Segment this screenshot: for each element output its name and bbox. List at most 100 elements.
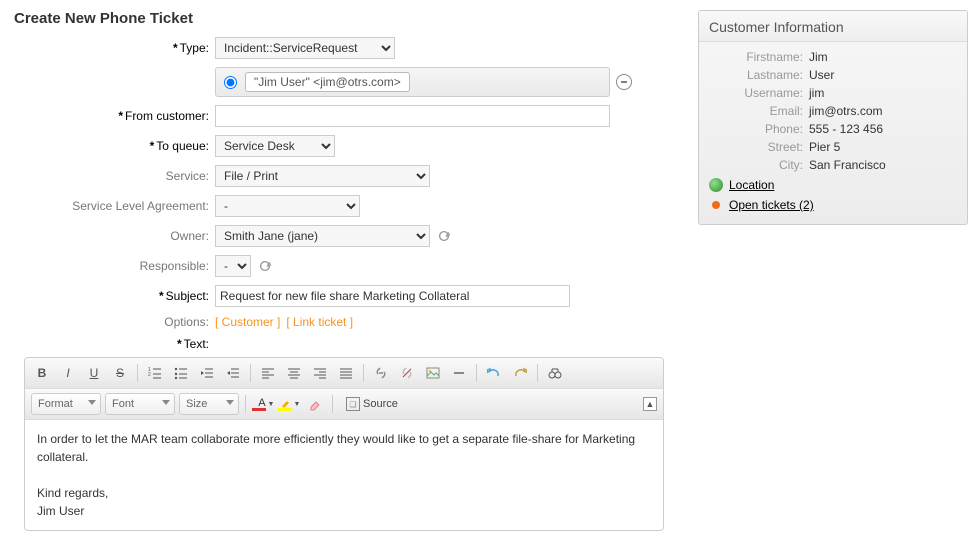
lastname-label: Lastname:: [709, 68, 809, 82]
globe-icon: [709, 178, 723, 192]
link-icon: [374, 366, 388, 380]
eraser-icon: [308, 397, 322, 411]
align-justify-button[interactable]: [335, 362, 357, 384]
responsible-select[interactable]: -: [215, 255, 251, 277]
align-center-icon: [287, 366, 301, 380]
widget-title: Customer Information: [699, 11, 967, 42]
city-label: City:: [709, 158, 809, 172]
page-title: Create New Phone Ticket: [10, 10, 678, 27]
bg-color-button[interactable]: ▼: [278, 393, 300, 415]
undo-icon: [487, 366, 501, 380]
customer-pill: "Jim User" <jim@otrs.com>: [245, 72, 410, 92]
source-button[interactable]: ❏Source: [339, 394, 405, 414]
remove-customer-button[interactable]: [616, 74, 632, 90]
underline-button[interactable]: U: [83, 362, 105, 384]
rich-text-editor: B I U S 12: [24, 357, 664, 531]
italic-button[interactable]: I: [57, 362, 79, 384]
body-line-3: Jim User: [37, 502, 651, 520]
label-text: *Text:: [10, 337, 215, 351]
location-link[interactable]: Location: [729, 178, 774, 192]
size-select[interactable]: Size: [179, 393, 239, 415]
owner-refresh-button[interactable]: [436, 228, 452, 244]
unlink-button[interactable]: [396, 362, 418, 384]
customer-entry-box: "Jim User" <jim@otrs.com>: [215, 67, 610, 97]
font-select[interactable]: Font: [105, 393, 175, 415]
owner-select[interactable]: Smith Jane (jane): [215, 225, 430, 247]
image-button[interactable]: [422, 362, 444, 384]
link-button[interactable]: [370, 362, 392, 384]
align-right-button[interactable]: [309, 362, 331, 384]
body-line-1: In order to let the MAR team collaborate…: [37, 430, 651, 466]
editor-toolbar-2: Format Font Size A▼ ▼ ❏Source ▲: [25, 389, 663, 420]
email-label: Email:: [709, 104, 809, 118]
indent-button[interactable]: [222, 362, 244, 384]
remove-format-button[interactable]: [304, 393, 326, 415]
minus-icon: [620, 78, 628, 86]
email-value: jim@otrs.com: [809, 104, 883, 118]
customer-info-widget: Customer Information Firstname:Jim Lastn…: [698, 10, 968, 225]
image-icon: [426, 366, 440, 380]
unordered-list-icon: [174, 366, 188, 380]
firstname-label: Firstname:: [709, 50, 809, 64]
refresh-icon: [437, 229, 451, 243]
bullet-icon: [712, 201, 720, 209]
lastname-value: User: [809, 68, 834, 82]
unlink-icon: [400, 366, 414, 380]
bold-button[interactable]: B: [31, 362, 53, 384]
ordered-list-button[interactable]: 12: [144, 362, 166, 384]
unordered-list-button[interactable]: [170, 362, 192, 384]
find-button[interactable]: [544, 362, 566, 384]
hr-button[interactable]: [448, 362, 470, 384]
refresh-icon: [258, 259, 272, 273]
type-select[interactable]: Incident::ServiceRequest: [215, 37, 395, 59]
subject-input[interactable]: [215, 285, 570, 307]
align-left-button[interactable]: [257, 362, 279, 384]
label-responsible: Responsible:: [10, 259, 215, 273]
highlighter-icon: [281, 398, 292, 408]
street-value: Pier 5: [809, 140, 840, 154]
label-subject: *Subject:: [10, 289, 215, 303]
outdent-button[interactable]: [196, 362, 218, 384]
phone-value: 555 - 123 456: [809, 122, 883, 136]
open-tickets-link[interactable]: Open tickets (2): [729, 198, 814, 212]
strike-button[interactable]: S: [109, 362, 131, 384]
label-to-queue: *To queue:: [10, 139, 215, 153]
label-options: Options:: [10, 315, 215, 329]
to-queue-select[interactable]: Service Desk: [215, 135, 335, 157]
customer-radio[interactable]: [224, 76, 237, 89]
editor-body[interactable]: In order to let the MAR team collaborate…: [25, 420, 663, 530]
body-line-2: Kind regards,: [37, 484, 651, 502]
source-icon: ❏: [346, 397, 360, 411]
label-type: *Type:: [10, 41, 215, 55]
username-value: jim: [809, 86, 824, 100]
outdent-icon: [200, 366, 214, 380]
svg-text:2: 2: [148, 372, 151, 378]
indent-icon: [226, 366, 240, 380]
text-color-button[interactable]: A▼: [252, 393, 274, 415]
redo-icon: [513, 366, 527, 380]
align-right-icon: [313, 366, 327, 380]
label-sla: Service Level Agreement:: [10, 199, 215, 213]
binoculars-icon: [548, 366, 562, 380]
ordered-list-icon: 12: [148, 366, 162, 380]
label-service: Service:: [10, 169, 215, 183]
redo-button[interactable]: [509, 362, 531, 384]
label-owner: Owner:: [10, 229, 215, 243]
responsible-refresh-button[interactable]: [257, 258, 273, 274]
service-select[interactable]: File / Print: [215, 165, 430, 187]
editor-toolbar-1: B I U S 12: [25, 358, 663, 389]
option-link-ticket-link[interactable]: [ Link ticket ]: [286, 315, 353, 329]
phone-label: Phone:: [709, 122, 809, 136]
format-select[interactable]: Format: [31, 393, 101, 415]
city-value: San Francisco: [809, 158, 886, 172]
option-customer-link[interactable]: [ Customer ]: [215, 315, 280, 329]
label-from-customer: *From customer:: [10, 109, 215, 123]
from-customer-input[interactable]: [215, 105, 610, 127]
align-center-button[interactable]: [283, 362, 305, 384]
firstname-value: Jim: [809, 50, 828, 64]
undo-button[interactable]: [483, 362, 505, 384]
toolbar-collapse-button[interactable]: ▲: [643, 397, 657, 411]
align-left-icon: [261, 366, 275, 380]
sla-select[interactable]: -: [215, 195, 360, 217]
username-label: Username:: [709, 86, 809, 100]
